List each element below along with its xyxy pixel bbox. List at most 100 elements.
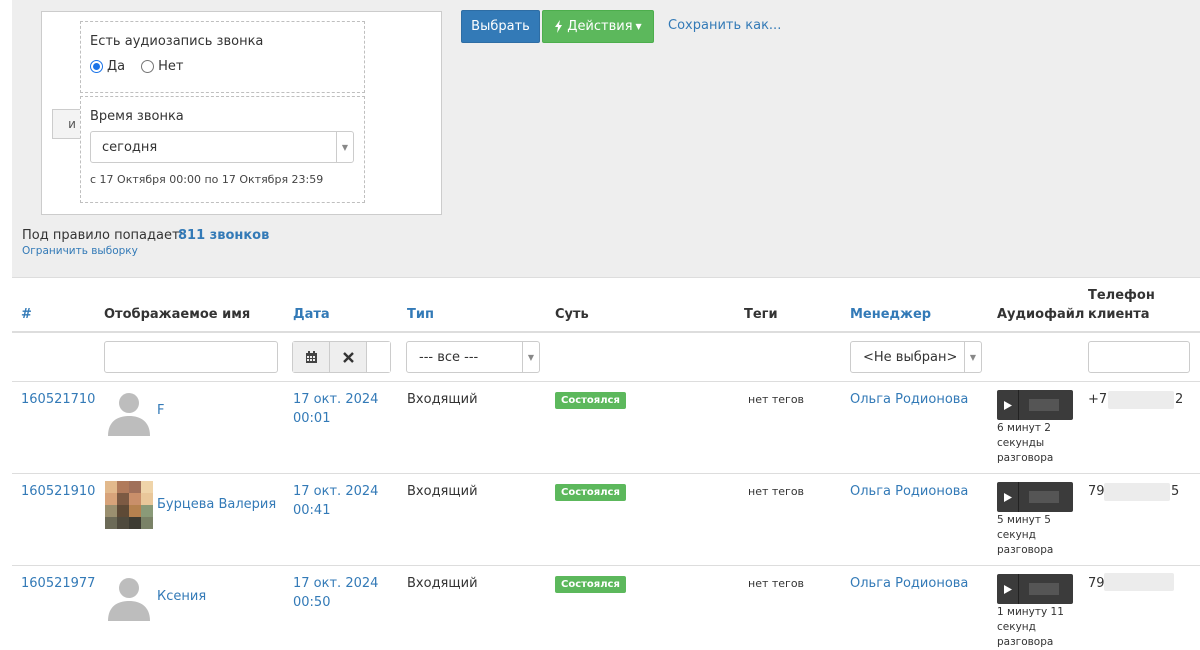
duration-line: разговора	[997, 544, 1054, 556]
close-icon	[342, 351, 354, 363]
duration-line: секунд	[997, 529, 1036, 541]
call-date: 17 окт. 2024	[293, 576, 379, 591]
column-header-manager[interactable]: Менеджер	[850, 307, 931, 322]
lightning-icon	[555, 20, 563, 33]
manager-link[interactable]: Ольга Родионова	[850, 484, 968, 499]
status-badge: Состоялся	[555, 484, 626, 501]
call-type: Входящий	[407, 484, 478, 499]
row-divider	[12, 473, 1200, 474]
call-id-link[interactable]: 160521710	[21, 392, 95, 407]
manager-filter-value: <Не выбран>	[863, 349, 958, 365]
tags-text: нет тегов	[748, 485, 805, 498]
phone-filter-input[interactable]	[1088, 341, 1190, 373]
column-header-tags: Теги	[744, 307, 778, 322]
duration-line: разговора	[997, 636, 1054, 648]
radio-checked-icon[interactable]	[90, 60, 103, 73]
duration-line: 6 минут 2	[997, 422, 1051, 434]
date-input[interactable]	[367, 342, 390, 372]
play-button[interactable]	[997, 390, 1019, 420]
clear-date-button[interactable]	[330, 342, 367, 372]
duration-line: 5 минут 5	[997, 514, 1051, 526]
rule-builder: и Есть аудиозапись звонка Да Нет Время з…	[41, 11, 442, 215]
condition-title: Время звонка	[90, 109, 184, 124]
dropdown-arrow-icon[interactable]: ▼	[336, 132, 353, 162]
status-badge: Состоялся	[555, 576, 626, 593]
filter-panel: и Есть аудиозапись звонка Да Нет Время з…	[12, 0, 1200, 278]
redacted-phone-block	[1104, 573, 1174, 591]
call-duration: 6 минут 2 секунды разговора	[997, 421, 1077, 466]
contact-name-link[interactable]: F	[157, 403, 164, 418]
manager-link[interactable]: Ольга Родионова	[850, 392, 968, 407]
save-as-link[interactable]: Сохранить как...	[668, 18, 781, 33]
row-divider	[12, 565, 1200, 566]
manager-link[interactable]: Ольга Родионова	[850, 576, 968, 591]
play-icon	[1003, 400, 1012, 410]
call-time: 00:41	[293, 503, 331, 518]
call-time-value: сегодня	[102, 139, 158, 155]
call-type: Входящий	[407, 392, 478, 407]
type-filter-select[interactable]: --- все --- ▼	[406, 341, 540, 373]
contact-name-link[interactable]: Бурцева Валерия	[157, 497, 276, 512]
column-header-id[interactable]: #	[21, 307, 32, 322]
radio-no[interactable]: Нет	[141, 59, 183, 74]
column-header-phone-line2: клиента	[1088, 307, 1150, 322]
play-icon	[1003, 584, 1012, 594]
call-date-link[interactable]: 17 окт. 2024 00:50	[293, 574, 378, 612]
audio-progress-bar[interactable]	[1019, 390, 1073, 420]
redacted-phone-block	[1104, 483, 1170, 501]
call-date-link[interactable]: 17 окт. 2024 00:01	[293, 390, 378, 428]
condition-call-time: Время звонка сегодня ▼ с 17 Октября 00:0…	[80, 96, 365, 203]
call-id-link[interactable]: 160521910	[21, 484, 95, 499]
default-avatar-icon	[108, 393, 150, 436]
column-header-essence: Суть	[555, 307, 589, 322]
duration-line: секунд	[997, 621, 1036, 633]
call-time: 00:50	[293, 595, 331, 610]
radio-unchecked-icon[interactable]	[141, 60, 155, 73]
radio-yes-label: Да	[107, 59, 126, 74]
radio-yes[interactable]: Да	[90, 59, 125, 74]
actions-dropdown-button[interactable]: Действия ▼	[542, 10, 654, 43]
dropdown-arrow-icon[interactable]: ▼	[522, 342, 539, 372]
radio-no-label: Нет	[158, 59, 184, 74]
call-time: 00:01	[293, 411, 331, 426]
name-filter-input[interactable]	[104, 341, 278, 373]
audio-player[interactable]	[997, 482, 1073, 512]
client-phone-start: 79	[1088, 576, 1105, 591]
column-header-type[interactable]: Тип	[407, 307, 434, 322]
audio-progress-bar[interactable]	[1019, 482, 1073, 512]
column-header-audio: Аудиофайл	[997, 307, 1085, 322]
condition-title: Есть аудиозапись звонка	[90, 34, 264, 49]
call-date: 17 окт. 2024	[293, 392, 379, 407]
condition-has-audio: Есть аудиозапись звонка Да Нет	[80, 21, 365, 93]
date-filter[interactable]	[292, 341, 391, 373]
dropdown-arrow-icon[interactable]: ▼	[964, 342, 981, 372]
select-button[interactable]: Выбрать	[461, 10, 540, 43]
caret-down-icon: ▼	[635, 22, 642, 31]
limit-selection-link[interactable]: Ограничить выборку	[22, 245, 138, 257]
default-avatar-icon	[108, 578, 150, 621]
play-button[interactable]	[997, 482, 1019, 512]
calendar-button[interactable]	[293, 342, 330, 372]
column-header-name: Отображаемое имя	[104, 307, 251, 322]
duration-line: 1 минуту 11	[997, 606, 1064, 618]
call-duration: 5 минут 5 секунд разговора	[997, 513, 1077, 558]
play-button[interactable]	[997, 574, 1019, 604]
call-duration: 1 минуту 11 секунд разговора	[997, 605, 1077, 650]
redacted-phone-block	[1108, 391, 1174, 409]
call-date-link[interactable]: 17 окт. 2024 00:41	[293, 482, 378, 520]
client-phone-end: 5	[1171, 484, 1180, 499]
call-time-select[interactable]: сегодня ▼	[90, 131, 354, 163]
call-time-range: с 17 Октября 00:00 по 17 Октября 23:59	[90, 173, 324, 186]
type-filter-value: --- все ---	[419, 349, 479, 365]
status-badge: Состоялся	[555, 392, 626, 409]
calendar-icon	[305, 350, 317, 363]
audio-progress-bar[interactable]	[1019, 574, 1073, 604]
audio-player[interactable]	[997, 390, 1073, 420]
manager-filter-select[interactable]: <Не выбран> ▼	[850, 341, 982, 373]
tags-text: нет тегов	[748, 577, 805, 590]
rule-count[interactable]: 811 звонков	[178, 228, 269, 243]
column-header-date[interactable]: Дата	[293, 307, 330, 322]
contact-name-link[interactable]: Ксения	[157, 589, 206, 604]
call-id-link[interactable]: 160521977	[21, 576, 95, 591]
audio-player[interactable]	[997, 574, 1073, 604]
